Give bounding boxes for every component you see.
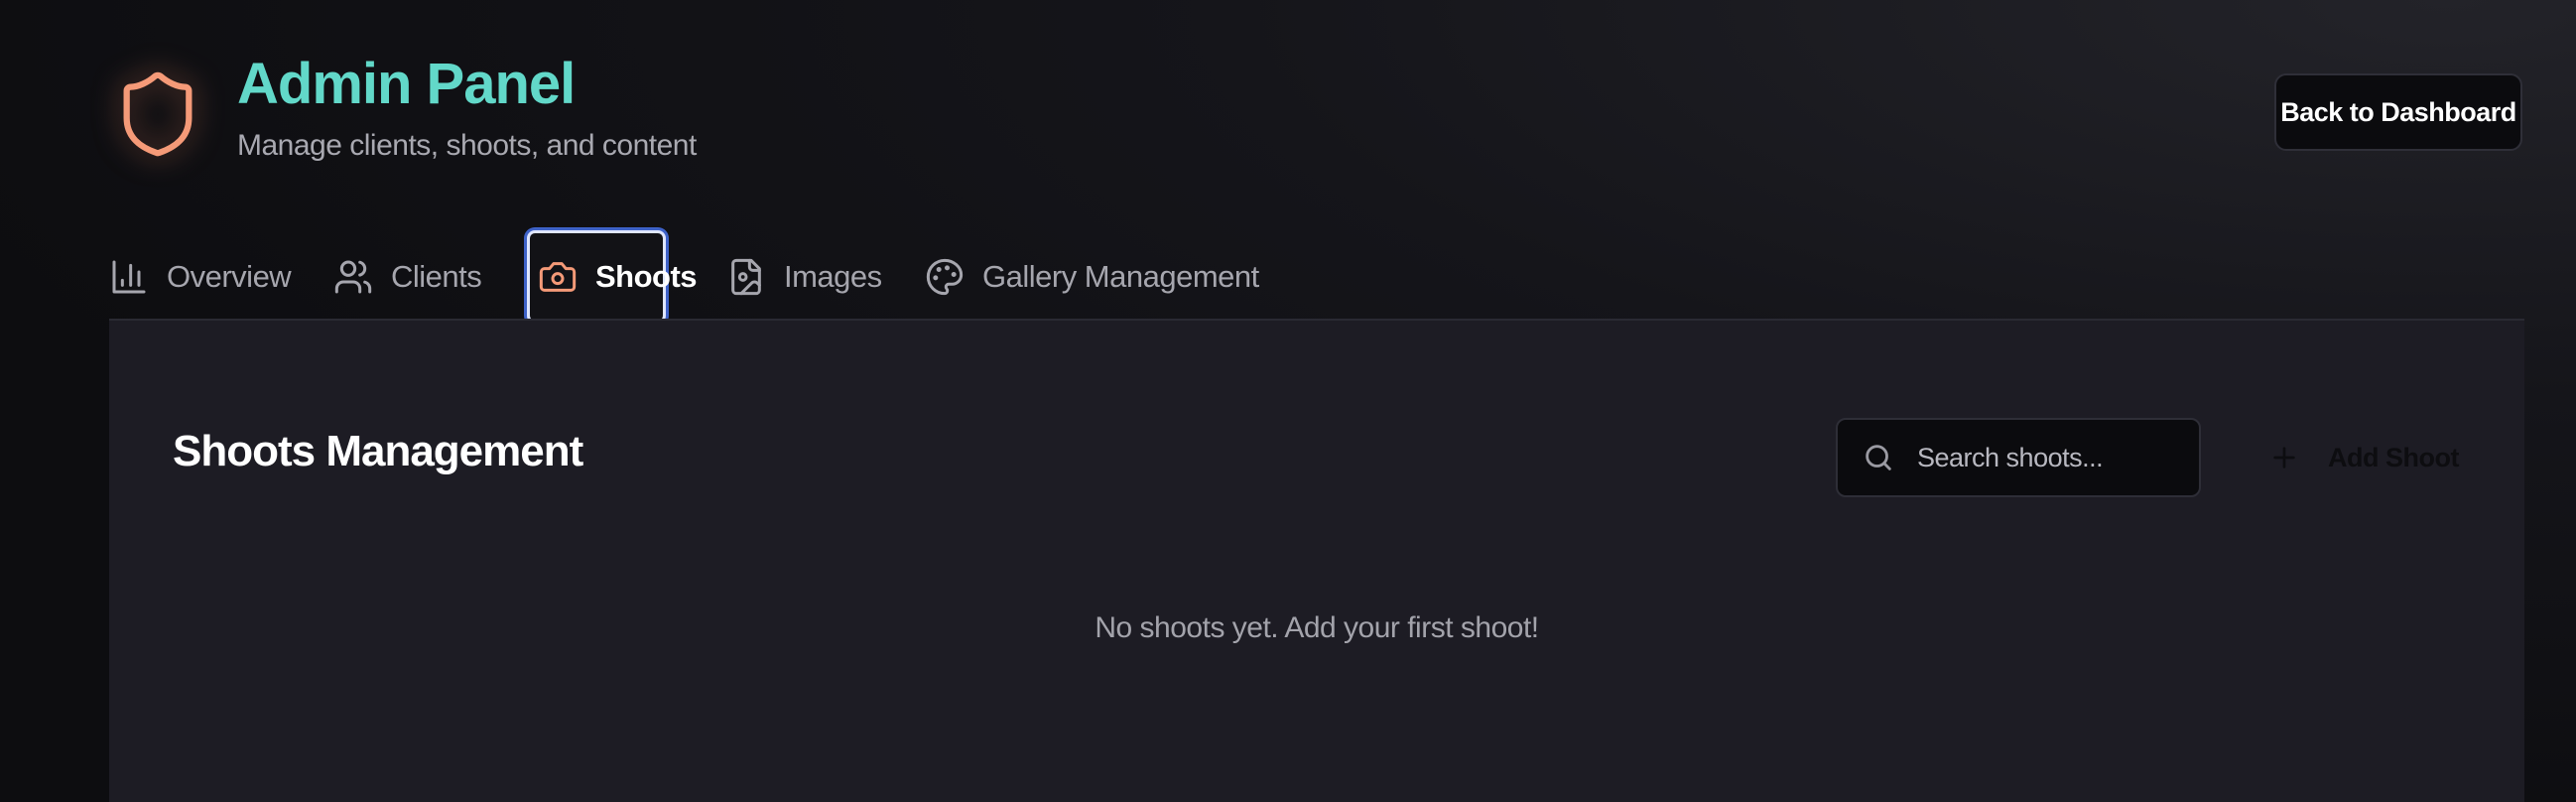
tab-shoots[interactable]: Shoots: [527, 230, 698, 324]
palette-icon: [926, 258, 964, 296]
tab-clients[interactable]: Clients: [333, 230, 482, 324]
tab-images[interactable]: Images: [726, 230, 882, 324]
image-file-icon: [731, 258, 761, 296]
camera-icon: [539, 262, 577, 292]
section-title: Shoots Management: [173, 427, 583, 475]
tab-gallery-management[interactable]: Gallery Management: [925, 230, 1259, 324]
users-icon: [334, 260, 372, 294]
page-title: Admin Panel: [237, 52, 576, 116]
tab-label: Gallery Management: [982, 259, 1259, 294]
add-shoot-button[interactable]: Add Shoot: [2268, 418, 2467, 497]
shield-icon: [123, 71, 193, 157]
tab-label: Overview: [167, 259, 292, 294]
add-shoot-label: Add Shoot: [2328, 442, 2459, 472]
tab-overview[interactable]: Overview: [109, 230, 292, 324]
back-to-dashboard-button[interactable]: Back to Dashboard: [2274, 73, 2522, 151]
plus-icon: [2273, 447, 2295, 468]
empty-state-message: No shoots yet. Add your first shoot!: [1095, 611, 1539, 644]
search-box[interactable]: [1836, 418, 2201, 497]
tab-label: Shoots: [595, 259, 698, 294]
bar-chart-icon: [112, 260, 146, 294]
tab-label: Images: [784, 259, 882, 294]
shoots-panel: Shoots Management Add Shoot No shoots ye…: [109, 321, 2524, 802]
page-subtitle: Manage clients, shoots, and content: [237, 129, 697, 162]
search-icon: [1866, 445, 1891, 470]
tab-bar: Overview Clients Shoots Images Gallery M…: [109, 230, 2524, 324]
tab-label: Clients: [391, 259, 482, 294]
search-input[interactable]: [1915, 441, 2187, 474]
